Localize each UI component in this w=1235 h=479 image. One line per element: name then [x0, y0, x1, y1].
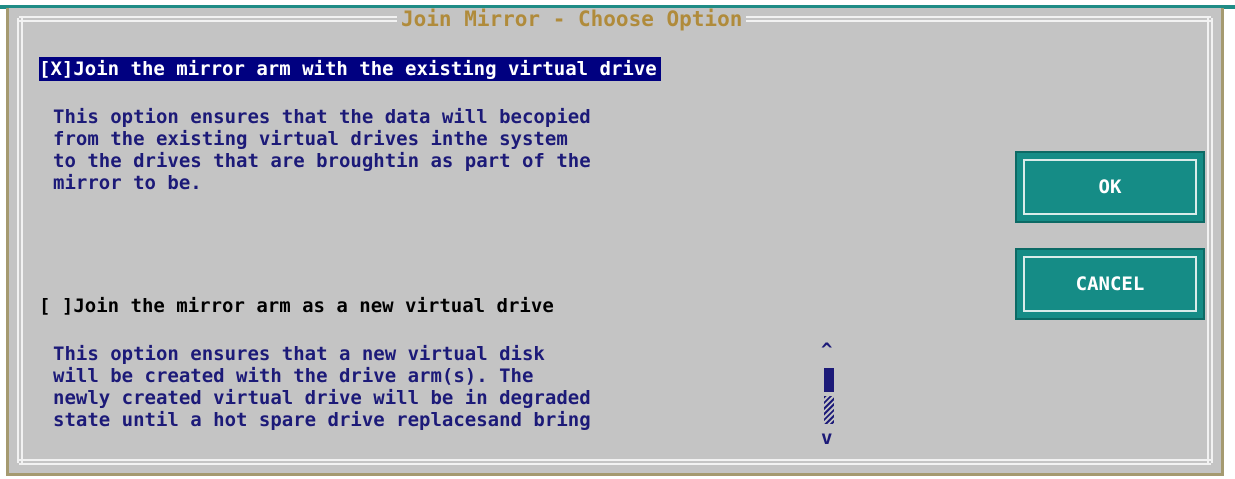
option-join-existing[interactable]: [X]Join the mirror arm with the existing… [39, 57, 661, 81]
dialog-title: Join Mirror - Choose Option [397, 8, 747, 30]
join-mirror-dialog: Join Mirror - Choose Option [X]Join the … [6, 8, 1224, 476]
scroll-thumb[interactable] [824, 368, 834, 392]
frame-left-border [17, 18, 23, 463]
scroll-track[interactable] [824, 396, 834, 424]
option-join-new[interactable]: [ ]Join the mirror arm as a new virtual … [39, 294, 554, 318]
scroll-up-arrow-icon[interactable]: ^ [821, 340, 832, 360]
frame-right-border [1207, 18, 1213, 463]
option-join-new-description: This option ensures that a new virtual d… [53, 343, 591, 431]
cancel-button[interactable]: CANCEL [1015, 248, 1205, 320]
cancel-button-label: CANCEL [1075, 273, 1145, 295]
frame-bottom-border [19, 459, 1211, 465]
scroll-down-arrow-icon[interactable]: v [821, 428, 832, 448]
ok-button-label: OK [1098, 176, 1122, 198]
ok-button[interactable]: OK [1015, 151, 1205, 223]
option-join-existing-description: This option ensures that the data will b… [53, 106, 591, 194]
